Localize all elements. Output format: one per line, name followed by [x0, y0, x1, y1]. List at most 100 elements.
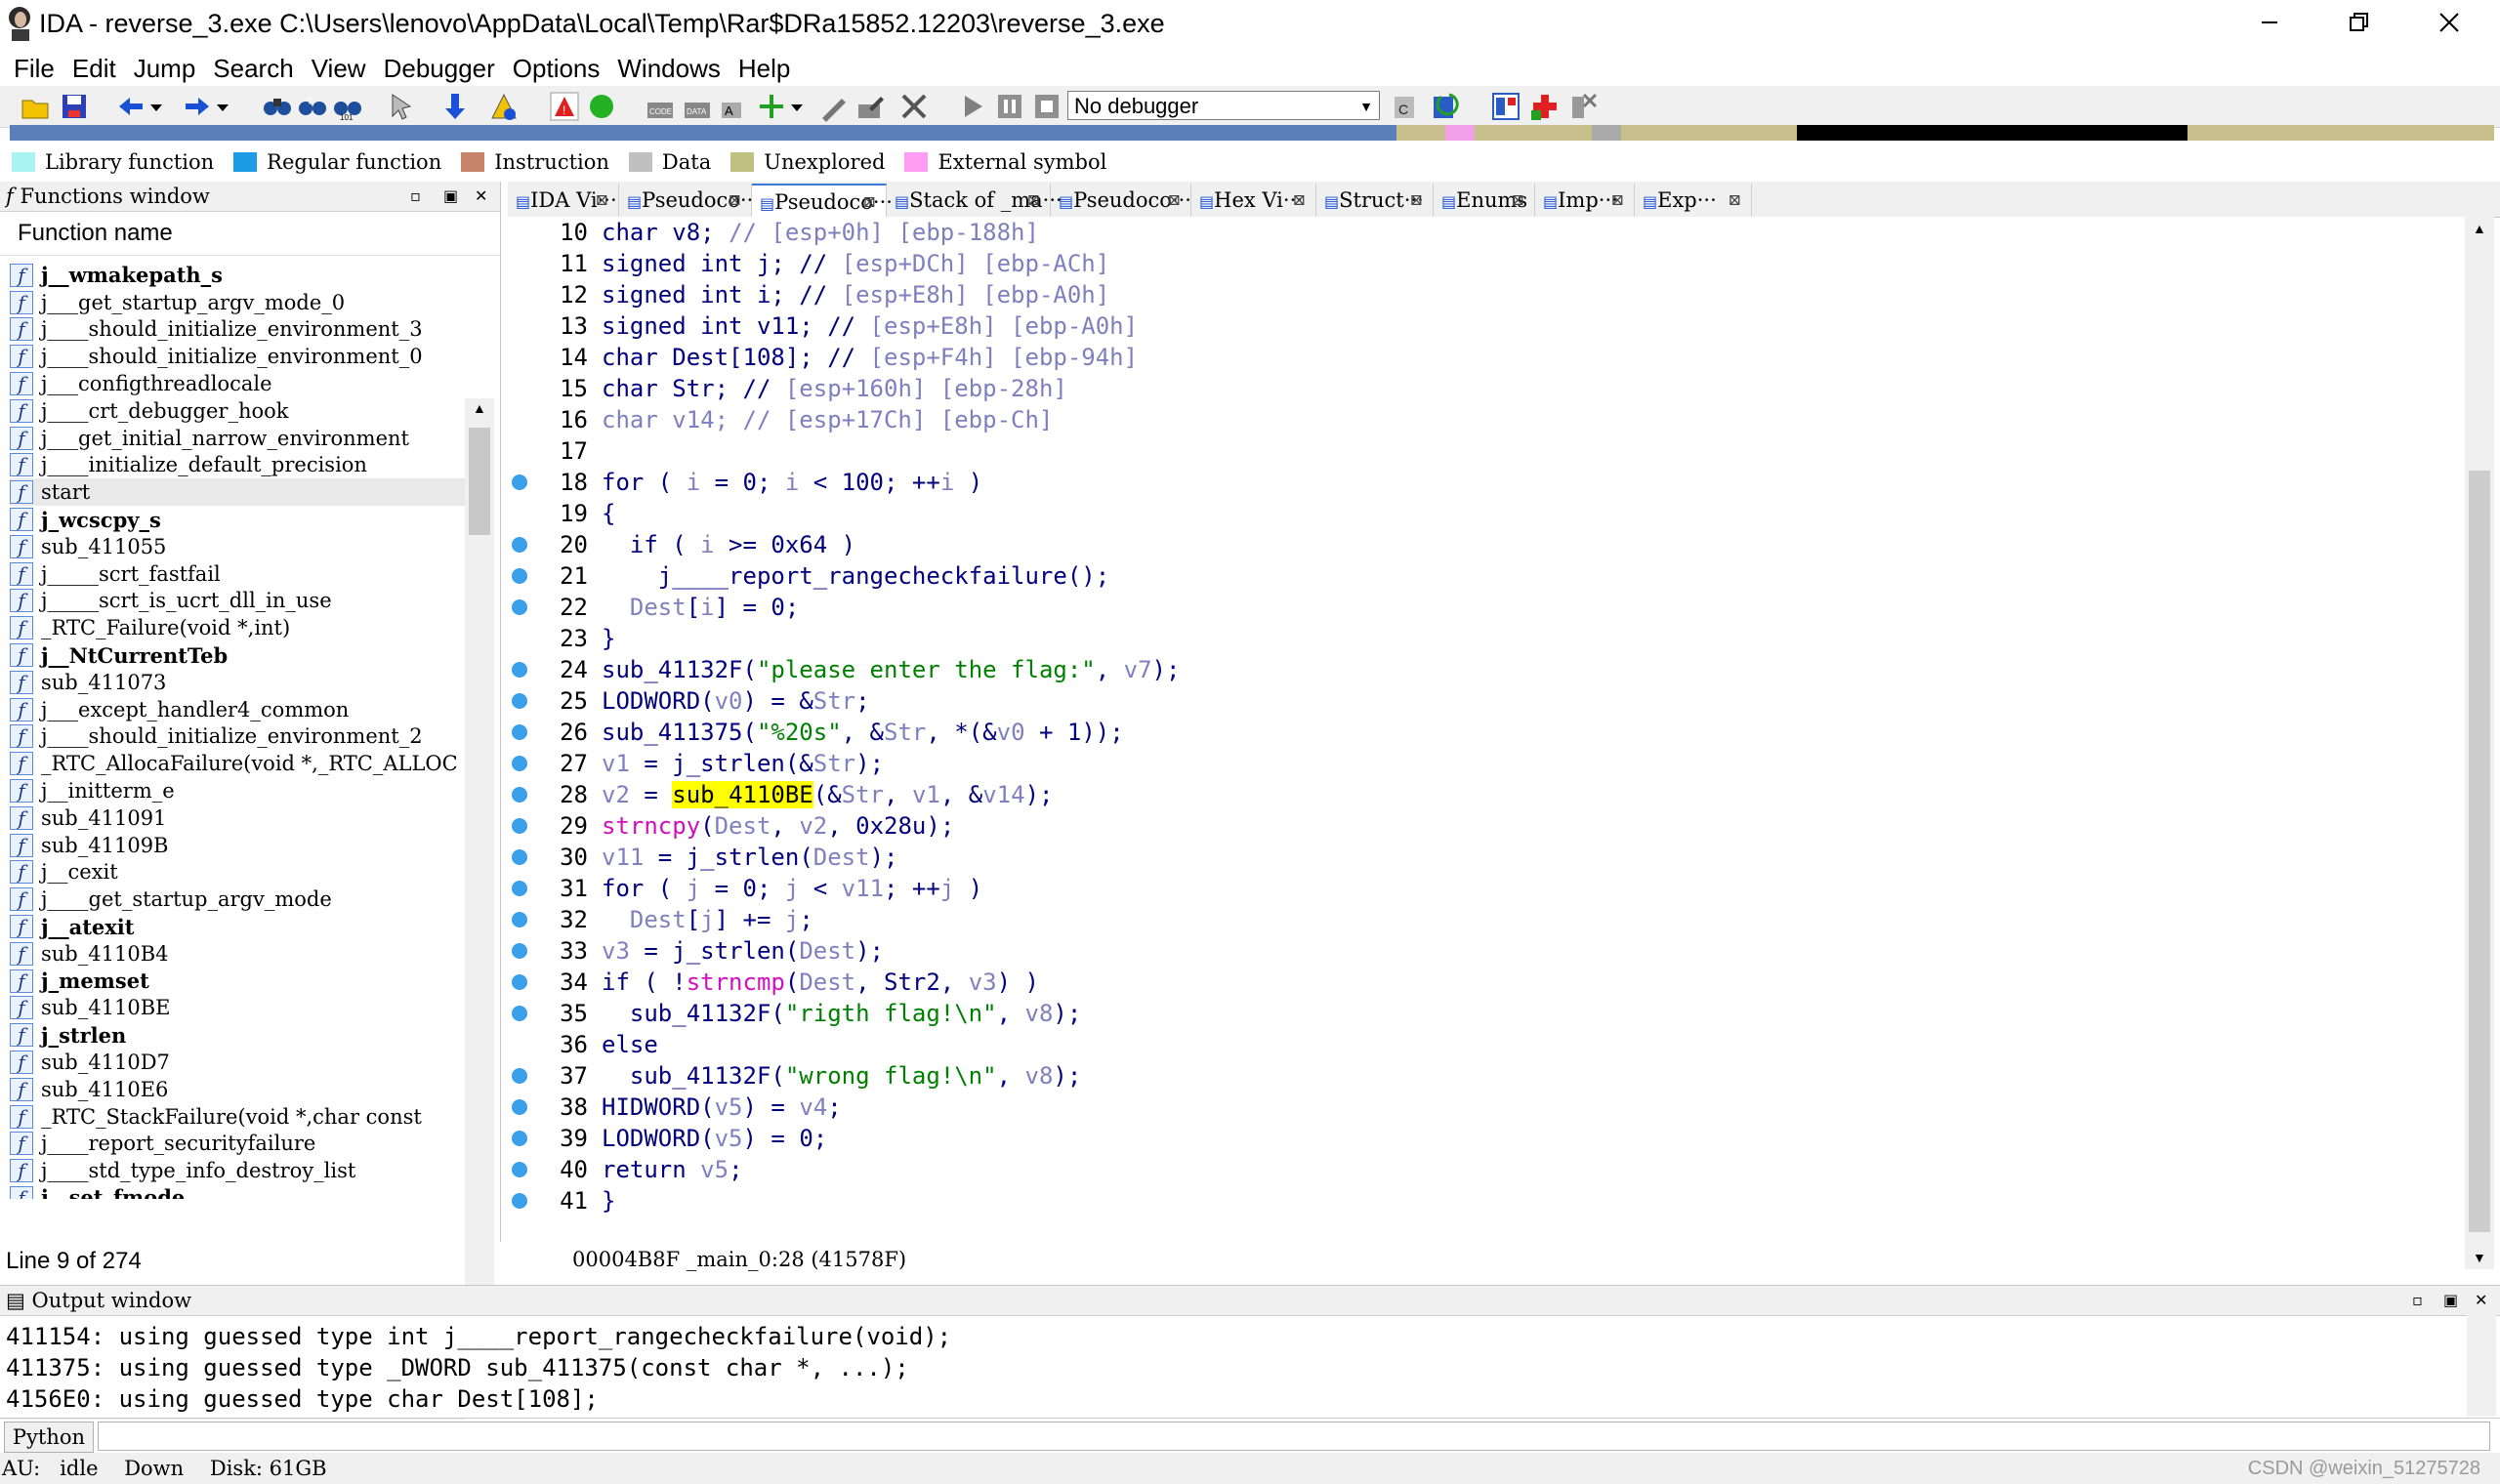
function-row[interactable]: f sub_4110E6	[10, 1076, 467, 1103]
function-name-column-header[interactable]: Function name	[0, 212, 500, 256]
search-binary-icon[interactable]: 101	[332, 91, 363, 122]
add-breakpoint-icon[interactable]	[1529, 91, 1561, 122]
breakpoint-dot-icon[interactable]	[512, 974, 527, 990]
code-token[interactable]: j_strlen	[672, 937, 785, 965]
python-command-input[interactable]	[98, 1422, 2490, 1451]
pin-window-icon[interactable]: ▣	[2443, 1286, 2458, 1315]
functions-vertical-scrollbar[interactable]: ▲ ▼	[465, 398, 494, 1394]
function-row[interactable]: f sub_411091	[10, 804, 467, 832]
breakpoint-dot-icon[interactable]	[512, 787, 527, 803]
binoculars-icon[interactable]	[262, 91, 293, 122]
chevron-down-icon[interactable]	[789, 91, 805, 122]
chevron-down-icon[interactable]	[215, 91, 230, 122]
breakpoint-dot-icon[interactable]	[512, 881, 527, 896]
forward-arrow-icon[interactable]	[182, 91, 213, 122]
close-tab-icon[interactable]: ⊠	[1512, 184, 1524, 217]
breakpoint-dot-icon[interactable]	[512, 1131, 527, 1146]
stop-icon[interactable]	[1031, 91, 1062, 122]
function-row[interactable]: f j__wmakepath_s	[10, 262, 467, 289]
close-window-button[interactable]	[2404, 0, 2494, 45]
breakpoint-dot-icon[interactable]	[512, 474, 527, 490]
pseudocode-view[interactable]: 10 char v8; // [esp+0h] [ebp-188h] 11 signe…	[508, 217, 2465, 1242]
refresh-icon[interactable]	[1430, 91, 1461, 122]
float-window-icon[interactable]: ▫	[2412, 1286, 2423, 1315]
float-window-icon[interactable]: ▫	[410, 182, 421, 211]
breakpoint-dot-icon[interactable]	[512, 1099, 527, 1115]
breakpoint-dot-icon[interactable]	[512, 943, 527, 959]
menu-debugger[interactable]: Debugger	[376, 51, 503, 86]
function-row[interactable]: f sub_411073	[10, 669, 467, 696]
undefine-icon[interactable]	[898, 91, 930, 122]
function-row[interactable]: f j____should_initialize_environment_3	[10, 316, 467, 344]
tab-pseudocode-2[interactable]: ▤Pseudoco··· ⊠	[752, 184, 893, 219]
menu-help[interactable]: Help	[730, 51, 798, 86]
start-debug-icon[interactable]	[957, 91, 988, 122]
function-row[interactable]: f sub_4110D7	[10, 1049, 467, 1076]
tab-struct-6[interactable]: ▤Struct··· ⊠	[1316, 184, 1434, 217]
save-icon[interactable]	[59, 91, 90, 122]
tab-stack-3[interactable]: ▤Stack of _ma··· ⊠	[887, 184, 1062, 217]
function-row[interactable]: f _RTC_AllocaFailure(void *,_RTC_ALLOC	[10, 750, 467, 777]
tab-hex-view-5[interactable]: ▤Hex Vi··· ⊠	[1191, 184, 1316, 217]
scroll-down-icon[interactable]: ▼	[2473, 1250, 2486, 1265]
code-token[interactable]: j_strlen	[687, 844, 800, 871]
function-row[interactable]: f start	[10, 478, 467, 507]
back-arrow-icon[interactable]	[115, 91, 146, 122]
function-row[interactable]: f j__cexit	[10, 859, 467, 886]
chevron-down-icon[interactable]	[148, 91, 164, 122]
function-row[interactable]: f sub_41109B	[10, 832, 467, 859]
breakpoint-dot-icon[interactable]	[512, 818, 527, 834]
function-row[interactable]: f j__set_fmode	[10, 1184, 467, 1199]
function-row[interactable]: f j___configthreadlocale	[10, 370, 467, 397]
function-list[interactable]: f j__wmakepath_s f j___get_startup_argv_mod…	[10, 262, 467, 1199]
function-row[interactable]: f j_____scrt_is_ucrt_dll_in_use	[10, 588, 467, 615]
close-tab-icon[interactable]: ⊠	[1293, 184, 1306, 217]
scroll-up-icon[interactable]: ▲	[2473, 221, 2486, 236]
data-icon[interactable]: DATA	[682, 91, 713, 122]
breakpoint-dot-icon[interactable]	[512, 724, 527, 740]
pin-window-icon[interactable]: ▣	[443, 182, 458, 211]
function-row[interactable]: f j____initialize_default_precision	[10, 452, 467, 479]
search-text-icon[interactable]: T	[297, 91, 328, 122]
code-icon[interactable]: CODE	[645, 91, 676, 122]
python-language-button[interactable]: Python	[4, 1422, 94, 1453]
function-row[interactable]: f j__initterm_e	[10, 777, 467, 804]
function-row[interactable]: f j___get_initial_narrow_environment	[10, 425, 467, 452]
code-vertical-scrollbar[interactable]: ▲ ▼	[2465, 217, 2494, 1269]
close-tab-icon[interactable]: ⊠	[863, 186, 876, 219]
close-tab-icon[interactable]: ⊠	[596, 184, 608, 217]
breakpoint-dot-icon[interactable]	[512, 1193, 527, 1209]
function-row[interactable]: f j____get_startup_argv_mode	[10, 886, 467, 913]
breakpoint-dot-icon[interactable]	[512, 912, 527, 928]
code-token[interactable]: j_strlen	[672, 750, 785, 777]
code-token[interactable]: sub_4110BE	[672, 781, 813, 808]
breakpoint-dot-icon[interactable]	[512, 756, 527, 771]
pause-icon[interactable]	[994, 91, 1025, 122]
jump-down-icon[interactable]	[439, 91, 471, 122]
close-pane-icon[interactable]: ✕	[2475, 1286, 2487, 1315]
windows-icon[interactable]	[1490, 91, 1521, 122]
code-token[interactable]: sub_41132F	[602, 1062, 771, 1090]
function-row[interactable]: f j___except_handler4_common	[10, 696, 467, 723]
debugger-select[interactable]: No debugger ▼	[1067, 91, 1380, 120]
function-row[interactable]: f j___get_startup_argv_mode_0	[10, 289, 467, 316]
breakpoint-dot-icon[interactable]	[512, 662, 527, 678]
remove-breakpoint-icon[interactable]	[1568, 91, 1600, 122]
debugger-warning-icon[interactable]	[488, 91, 520, 122]
scroll-thumb[interactable]	[2469, 471, 2490, 1232]
function-row[interactable]: f j____std_type_info_destroy_list	[10, 1157, 467, 1184]
add-struct-icon[interactable]	[756, 91, 787, 122]
menu-edit[interactable]: Edit	[64, 51, 124, 86]
function-row[interactable]: f j____report_securityfailure	[10, 1131, 467, 1158]
code-token[interactable]: HIDWORD	[602, 1093, 700, 1121]
code-token[interactable]: LODWORD	[602, 687, 700, 715]
tab-imports-8[interactable]: ▤Imp··· ⊠	[1535, 184, 1635, 217]
breakpoint-dot-icon[interactable]	[512, 537, 527, 553]
edit-icon[interactable]	[855, 91, 887, 122]
function-row[interactable]: f j____should_initialize_environment_2	[10, 723, 467, 751]
attach-process-icon[interactable]: C	[1391, 91, 1422, 122]
cursor-icon[interactable]	[387, 91, 418, 122]
function-row[interactable]: f _RTC_Failure(void *,int)	[10, 614, 467, 641]
function-row[interactable]: f j_wcscpy_s	[10, 506, 467, 533]
function-row[interactable]: f j__NtCurrentTeb	[10, 641, 467, 669]
